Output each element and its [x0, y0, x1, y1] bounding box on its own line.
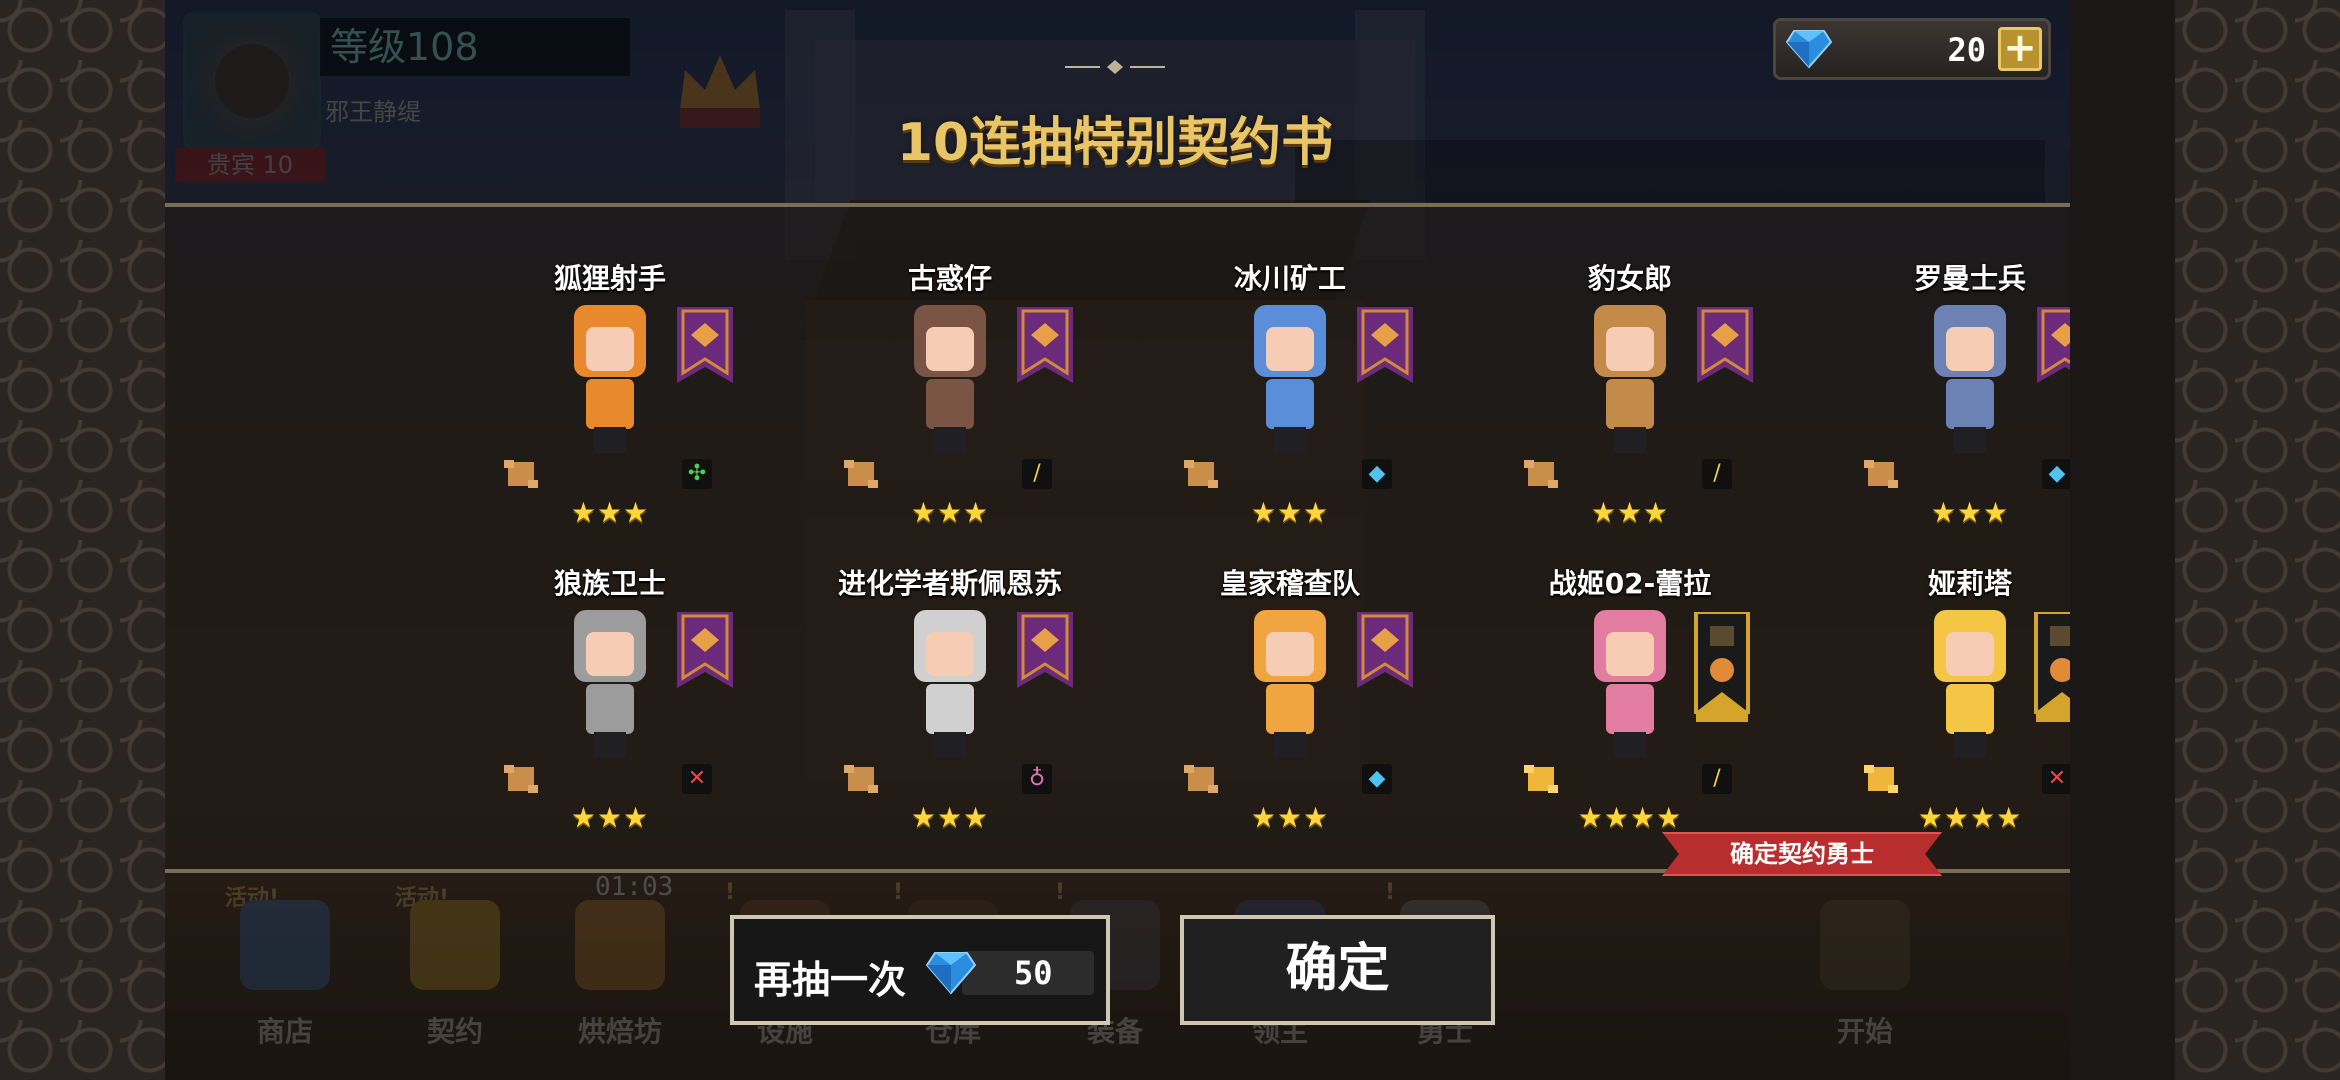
sword-icon: / — [1022, 459, 1052, 489]
title-ornament — [1065, 60, 1165, 74]
lace-border-left — [0, 0, 165, 1080]
rank-banner-icon — [2037, 307, 2070, 383]
rank-banner-icon — [2034, 612, 2070, 722]
scroll-icon — [1524, 765, 1558, 793]
gem-counter: 20 + — [1773, 18, 2051, 80]
scroll-icon — [844, 460, 878, 488]
hero-sprite — [1920, 305, 2020, 460]
draw-cost: 50 — [1014, 954, 1053, 992]
scroll-icon — [1524, 460, 1558, 488]
game-screen: 等级108 邪王静缇 贵宾 10 01:03 活动! 商店 活动! 契约 烘焙坊… — [165, 0, 2070, 1080]
scroll-icon — [844, 765, 878, 793]
hero-name: 狐狸射手 — [553, 262, 666, 295]
draw-again-button[interactable]: 再抽一次 50 — [730, 915, 1110, 1025]
water-icon: ◆ — [1362, 764, 1392, 794]
hero-sprite — [560, 610, 660, 765]
rank-banner-icon — [1694, 612, 1750, 722]
rank-banner-icon — [677, 612, 733, 688]
hero-sprite — [1580, 610, 1680, 765]
rank-banner-icon — [677, 307, 733, 383]
star-rating: ★★★ — [910, 801, 990, 834]
hero-card[interactable]: 战姬02-蕾拉 / ★★★★ — [1470, 505, 1790, 834]
fire-icon: ✕ — [2042, 764, 2070, 794]
hero-name: 罗曼士兵 — [1913, 262, 2026, 295]
scroll-icon — [1184, 765, 1218, 793]
hero-card[interactable]: 冰川矿工 ◆ ★★★ — [1130, 200, 1450, 529]
water-icon: ◆ — [1362, 459, 1392, 489]
hero-sprite — [1240, 610, 1340, 765]
gem-count: 20 — [1947, 31, 1986, 69]
hero-name: 娅莉塔 — [1927, 567, 2012, 600]
add-gems-button[interactable]: + — [1998, 27, 2042, 71]
hero-card[interactable]: 豹女郎 / ★★★ — [1470, 200, 1790, 529]
confirm-button[interactable]: 确定 — [1180, 915, 1495, 1025]
hero-sprite — [900, 610, 1000, 765]
star-rating: ★★★★ — [1917, 801, 2023, 834]
scroll-icon — [1184, 460, 1218, 488]
sword-icon: / — [1702, 764, 1732, 794]
scroll-icon — [504, 765, 538, 793]
title-band — [1295, 140, 2045, 202]
rank-banner-icon — [1357, 307, 1413, 383]
diamond-icon — [1786, 30, 1832, 69]
star-rating: ★★★ — [570, 801, 650, 834]
hero-sprite — [1920, 610, 2020, 765]
confirm-hero-ribbon: 确定契约勇士 — [1662, 832, 1942, 876]
scroll-icon — [504, 460, 538, 488]
hero-card[interactable]: 娅莉塔 ✕ ★★★★ — [1810, 505, 2070, 834]
hero-name: 狼族卫士 — [553, 567, 666, 600]
fire-icon: ✕ — [682, 764, 712, 794]
hero-name: 冰川矿工 — [1233, 262, 1346, 295]
page-title: 10连抽特别契约书 — [896, 113, 1334, 173]
hero-sprite — [900, 305, 1000, 460]
draw-again-label: 再抽一次 — [754, 958, 907, 1002]
hero-card[interactable]: 狐狸射手 ✣ ★★★ — [450, 200, 770, 529]
scroll-icon — [1864, 460, 1898, 488]
water-icon: ◆ — [2042, 459, 2070, 489]
hero-name: 皇家稽查队 — [1219, 567, 1360, 600]
hero-name: 古惑仔 — [907, 262, 992, 295]
sword-icon: / — [1702, 459, 1732, 489]
rank-banner-icon — [1357, 612, 1413, 688]
rank-banner-icon — [1017, 307, 1073, 383]
star-rating: ★★★ — [1250, 801, 1330, 834]
hero-sprite — [1240, 305, 1340, 460]
hero-name: 战姬02-蕾拉 — [1548, 567, 1712, 600]
scroll-icon — [1864, 765, 1898, 793]
hero-sprite — [560, 305, 660, 460]
poison-icon: ♁ — [1022, 764, 1052, 794]
hero-card[interactable]: 皇家稽查队 ◆ ★★★ — [1130, 505, 1450, 834]
lace-border-right — [2175, 0, 2340, 1080]
hero-card[interactable]: 罗曼士兵 ◆ ★★★ — [1810, 200, 2070, 529]
wind-icon: ✣ — [682, 459, 712, 489]
star-rating: ★★★★ — [1577, 801, 1683, 834]
hero-name: 进化学者斯佩恩苏 — [837, 567, 1062, 600]
rank-banner-icon — [1017, 612, 1073, 688]
rank-banner-icon — [1697, 307, 1753, 383]
hero-name: 豹女郎 — [1587, 262, 1672, 295]
hero-card[interactable]: 进化学者斯佩恩苏 ♁ ★★★ — [790, 505, 1110, 834]
diamond-icon — [926, 952, 976, 995]
hero-card[interactable]: 狼族卫士 ✕ ★★★ — [450, 505, 770, 834]
hero-sprite — [1580, 305, 1680, 460]
hero-card[interactable]: 古惑仔 / ★★★ — [790, 200, 1110, 529]
